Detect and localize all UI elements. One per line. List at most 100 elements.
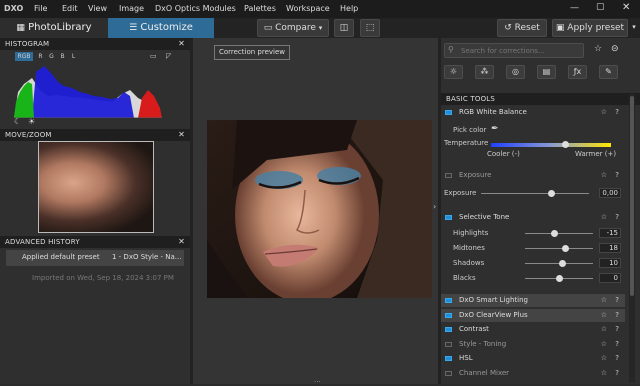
star-icon[interactable]: ☆ [601,309,607,322]
help-icon[interactable]: ? [615,169,619,182]
tool-channel-mixer[interactable]: Channel Mixer ☆ ? [441,367,625,380]
fullscreen-button[interactable]: ⬚ [360,19,380,37]
star-icon[interactable]: ☆ [601,367,607,380]
reset-button[interactable]: ↺ Reset [497,19,547,37]
help-icon[interactable]: ? [615,352,619,365]
star-icon[interactable]: ☆ [601,323,607,336]
slider-value[interactable]: 10 [599,258,621,268]
star-icon[interactable]: ☆ [601,338,607,351]
close-icon[interactable]: ✕ [178,38,185,50]
slider-track[interactable] [525,233,593,234]
slider-value[interactable]: 0 [599,273,621,283]
search-input[interactable] [444,43,584,58]
tool-toggle[interactable] [445,327,452,332]
eyedropper-icon[interactable]: ✒ [491,124,499,134]
help-icon[interactable]: ? [615,294,619,307]
slider-knob[interactable] [561,245,569,252]
compare-button[interactable]: ▭ Compare ▾ [257,19,329,37]
scrollbar[interactable] [629,94,635,382]
slider-knob[interactable] [550,230,558,237]
toggle-icon[interactable]: ⊝ [611,44,619,54]
channel-l[interactable]: L [69,52,78,61]
slider-knob[interactable] [547,190,555,197]
help-icon[interactable]: ? [615,309,619,322]
star-icon[interactable]: ☆ [594,44,602,54]
main-photo[interactable] [207,120,432,298]
menu-file[interactable]: File [34,4,47,13]
menu-view[interactable]: View [88,4,107,13]
tool-toggle[interactable] [445,313,452,318]
slider-value[interactable]: -15 [599,228,621,238]
tool-smart-lighting[interactable]: DxO Smart Lighting ☆ ? [441,294,625,307]
close-icon[interactable]: ✕ [178,236,185,248]
detail-tab-button[interactable]: ◎ [506,65,525,79]
slider-knob[interactable] [558,260,566,267]
scrollbar-thumb[interactable] [630,96,634,296]
menu-image[interactable]: Image [119,4,144,13]
tool-toggle[interactable] [445,342,452,347]
tab-photolibrary[interactable]: ▦ PhotoLibrary [0,18,108,38]
slider-value[interactable]: 0,00 [599,188,621,198]
tool-clearview-plus[interactable]: DxO ClearView Plus ☆ ? [441,309,625,322]
menu-palettes[interactable]: Palettes [244,4,276,13]
maximize-icon[interactable]: ▢ [596,2,605,12]
channel-r[interactable]: R [36,52,45,61]
star-icon[interactable]: ☆ [601,352,607,365]
close-window-icon[interactable]: ✕ [622,2,630,13]
toolbar-menu-chevron[interactable]: ▾ [628,19,640,37]
help-icon[interactable]: ? [615,338,619,351]
star-icon[interactable]: ☆ [601,106,607,119]
channel-rgb[interactable]: RGB [16,52,32,61]
tool-toggle[interactable] [445,173,452,178]
geometry-tab-button[interactable]: ▤ [537,65,556,79]
slider-knob[interactable] [555,275,563,282]
tool-toggle[interactable] [445,371,452,376]
tool-exposure[interactable]: Exposure ☆ ? [441,169,625,182]
channel-b[interactable]: B [58,52,67,61]
correction-preview-button[interactable]: Correction preview [214,45,290,60]
history-entry[interactable]: Applied default preset 1 - DxO Style - N… [6,250,184,266]
apply-preset-button[interactable]: ▣ Apply preset [552,19,628,37]
local-adjustments-button[interactable]: ✎ [599,65,618,79]
menu-edit[interactable]: Edit [62,4,78,13]
navigator-thumbnail[interactable] [38,141,154,233]
tool-toggle[interactable] [445,298,452,303]
light-tab-button[interactable]: ☼ [444,65,463,79]
filmstrip-handle-icon[interactable]: ··· [314,378,321,386]
tool-toggle[interactable] [445,356,452,361]
menu-workspace[interactable]: Workspace [286,4,330,13]
star-icon[interactable]: ☆ [601,169,607,182]
collapse-right-icon[interactable]: › [433,202,436,211]
tool-contrast[interactable]: Contrast ☆ ? [441,323,625,336]
close-icon[interactable]: ✕ [178,129,185,141]
menu-help[interactable]: Help [340,4,358,13]
help-icon[interactable]: ? [615,106,619,119]
tool-style-toning[interactable]: Style - Toning ☆ ? [441,338,625,351]
clipping-icon[interactable]: ◸ [166,52,171,60]
channel-g[interactable]: G [47,52,56,61]
slider-track[interactable] [481,193,589,194]
slider-track[interactable] [525,248,593,249]
tool-hsl[interactable]: HSL ☆ ? [441,352,625,365]
help-icon[interactable]: ? [615,323,619,336]
moon-icon[interactable]: ☾ [14,117,21,126]
split-view-button[interactable]: ◫ [334,19,354,37]
color-tab-button[interactable]: ⁂ [475,65,494,79]
menu-optics-modules[interactable]: DxO Optics Modules [155,4,236,13]
tool-selective-tone[interactable]: Selective Tone ☆ ? [441,211,625,224]
effects-tab-button[interactable]: ƒx [568,65,587,79]
sun-icon[interactable]: ☀ [28,117,35,126]
help-icon[interactable]: ? [615,367,619,380]
tool-white-balance[interactable]: RGB White Balance ☆ ? [441,106,625,119]
tab-customize[interactable]: ☰ Customize [108,18,214,38]
minimize-icon[interactable]: — [570,3,579,13]
help-icon[interactable]: ? [615,211,619,224]
temperature-knob[interactable] [561,141,569,148]
temperature-slider[interactable] [491,143,611,147]
star-icon[interactable]: ☆ [601,211,607,224]
star-icon[interactable]: ☆ [601,294,607,307]
tool-toggle[interactable] [445,110,452,115]
tool-toggle[interactable] [445,215,452,220]
slider-value[interactable]: 18 [599,243,621,253]
monitor-icon[interactable]: ▭ [150,52,157,60]
